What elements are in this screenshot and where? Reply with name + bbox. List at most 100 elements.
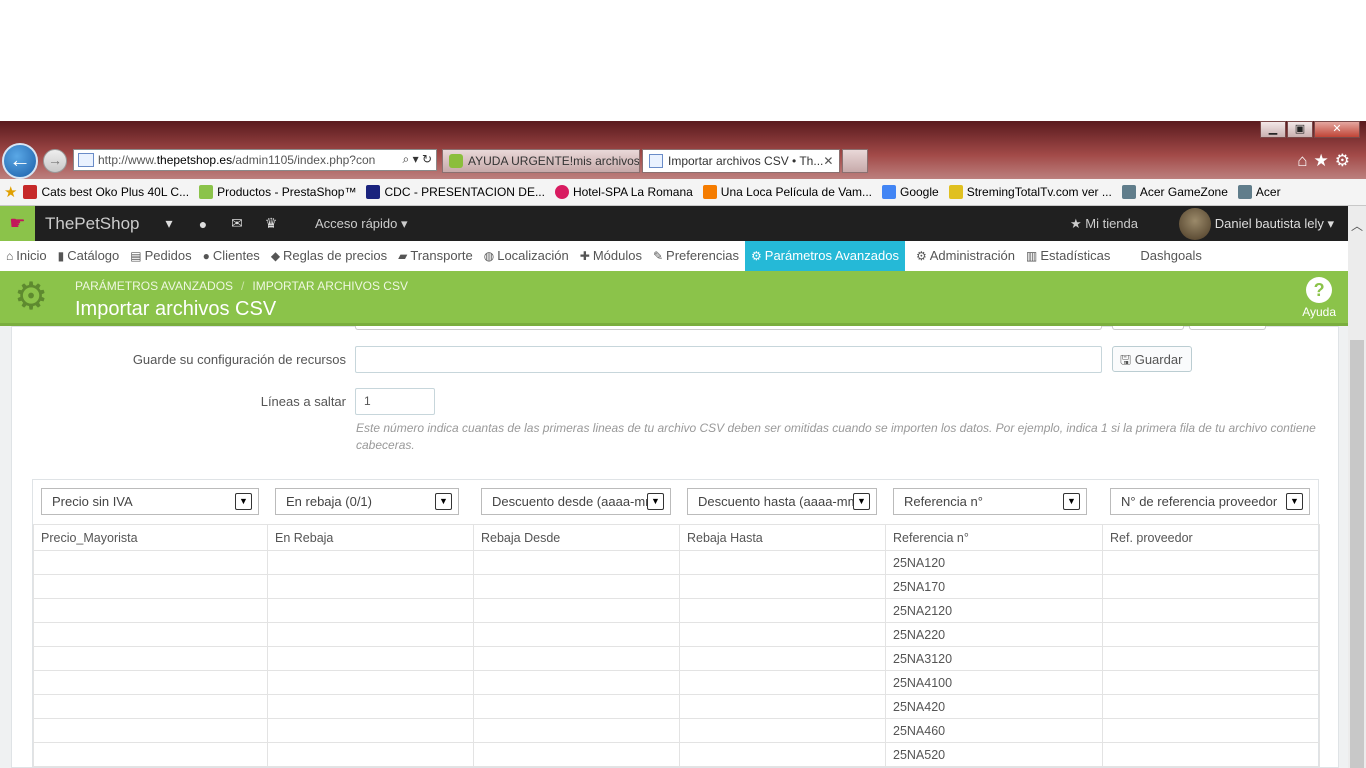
brand-name[interactable]: ThePetShop [45,214,145,234]
menu-item-administracion[interactable]: ⚙ Administración [916,241,1015,271]
wrench-icon: ✎ [652,249,664,263]
browser-tab-active[interactable]: Importar archivos CSV • Th... ✕ [642,149,840,173]
table-cell [473,550,680,575]
close-tab-icon[interactable]: ✕ [823,154,833,168]
menu-item-pedidos[interactable]: ▤ Pedidos [130,241,191,271]
favorite-link[interactable]: Una Loca Película de Vam... [702,185,872,199]
column-mapping-select[interactable]: Descuento hasta (aaaa-mm ▼ [687,488,877,515]
envelope-icon[interactable]: ✉ [227,215,247,232]
table-row: 25NA220 [33,622,1320,647]
favorite-link[interactable]: Cats best Oko Plus 40L C... [23,185,189,199]
back-arrow-icon[interactable]: ← [2,143,38,179]
mapping-table: Precio_Mayorista En Rebaja Rebaja Desde … [33,524,1320,767]
import-panel: Guarde su configuración de recursos 🖫 Gu… [11,326,1339,768]
user-icon[interactable]: ● [193,216,213,232]
favorite-link[interactable]: Productos - PrestaShop™ [199,185,356,199]
table-cell: 25NA170 [885,574,1103,599]
table-cell [679,670,886,695]
skip-lines-input[interactable]: 1 [355,388,435,415]
search-refresh-icon[interactable]: ⌕ ▾ ↻ [402,152,432,167]
vertical-scrollbar[interactable]: ︿ [1348,206,1366,768]
new-tab-button[interactable] [842,149,868,173]
address-bar[interactable]: http://www. thepetshop.es/admin1105/index… [73,149,437,171]
user-menu[interactable]: Daniel bautista lely ▾ [1178,207,1334,240]
breadcrumb-item[interactable]: PARÁMETROS AVANZADOS [75,279,233,293]
favorite-link[interactable]: CDC - PRESENTACION DE... [366,185,545,199]
google-icon [882,185,896,199]
chevron-down-icon: ▼ [235,493,252,510]
forward-arrow-icon[interactable]: → [43,149,67,173]
browser-toolbar-icons[interactable]: ⌂★⚙ [1297,151,1356,171]
menu-item-preferencias[interactable]: ✎ Preferencias [653,241,739,271]
table-cell [679,718,886,743]
menu-label: Preferencias [666,248,740,263]
column-mapping-select[interactable]: Descuento desde (aaaa-mm ▼ [481,488,671,515]
menu-label: Módulos [592,248,642,263]
table-cell [679,574,886,599]
favorite-label: Cats best Oko Plus 40L C... [41,185,190,199]
menu-item-localizacion[interactable]: ◍ Localización [484,241,569,271]
browser-tab[interactable]: AYUDA URGENTE!mis archivos... [442,149,640,173]
tab-title: Importar archivos CSV • Th... [668,154,824,168]
restore-icon[interactable]: ▣ [1287,121,1313,138]
favorite-link[interactable]: Acer GameZone [1121,185,1228,199]
chevron-down-icon: ▼ [853,493,870,510]
table-header-row: Precio_Mayorista En Rebaja Rebaja Desde … [33,524,1320,551]
site-icon [23,185,38,199]
select-value: Precio sin IVA [52,494,133,509]
menu-item-inicio[interactable]: ⌂ Inicio [6,241,47,271]
column-mapping-select[interactable]: N° de referencia proveedor ▼ [1110,488,1310,515]
menu-item-transporte[interactable]: ▰ Transporte [398,241,473,271]
avatar [1178,207,1211,240]
column-mapping-select[interactable]: Referencia n° ▼ [893,488,1087,515]
save-button[interactable]: 🖫 Guardar [1112,346,1192,372]
menu-item-dashgoals[interactable]: Dashgoals [1140,241,1201,271]
menu-item-estadisticas[interactable]: ▥ Estadísticas [1026,241,1110,271]
site-icon [554,185,569,199]
table-cell [267,694,474,719]
table-cell: 25NA220 [885,622,1103,647]
trophy-icon[interactable]: ♛ [261,215,281,232]
menu-item-reglas-precios[interactable]: ◆ Reglas de precios [271,241,387,271]
table-cell [1102,670,1320,695]
table-cell [1102,718,1320,743]
cart-icon[interactable]: ▾ [159,215,179,232]
table-cell: 25NA120 [885,550,1103,575]
page-icon [649,154,663,168]
close-window-icon[interactable]: ✕ [1314,121,1360,138]
save-config-input[interactable] [355,346,1102,373]
column-mapping-select[interactable]: Precio sin IVA ▼ [41,488,259,515]
scrollbar-thumb[interactable] [1350,340,1364,768]
menu-item-catalogo[interactable]: ▮ Catálogo [58,241,120,271]
table-cell [267,574,474,599]
favorite-link[interactable]: Google [882,185,939,199]
favorite-link[interactable]: StremingTotalTv.com ver ... [948,185,1112,199]
menu-item-clientes[interactable]: ● Clientes [203,241,260,271]
site-icon [366,185,381,199]
url-prefix: http://www. [98,153,157,167]
table-cell: 25NA4100 [885,670,1103,695]
table-cell: 25NA520 [885,742,1103,767]
minimize-icon[interactable]: ▁ [1260,121,1286,138]
help-button[interactable]: ? Ayuda [1302,277,1336,319]
column-mapping-select[interactable]: En rebaja (0/1) ▼ [275,488,459,515]
credit-card-icon: ▤ [130,249,142,263]
menu-item-parametros-avanzados[interactable]: ⚙ Parámetros Avanzados [745,241,905,271]
tags-icon: ◆ [270,249,281,263]
column-header: Rebaja Desde [473,524,680,551]
scroll-up-icon[interactable]: ︿ [1348,206,1366,246]
favorite-link[interactable]: Acer [1237,185,1281,199]
hand-pointer-icon[interactable]: ☛ [0,206,35,241]
page-header: ⚙ PARÁMETROS AVANZADOS / IMPORTAR ARCHIVOS… [0,271,1348,326]
favorites-star-icon[interactable]: ★ [4,183,17,201]
select-value: En rebaja (0/1) [286,494,372,509]
page-icon [78,153,94,167]
menu-label: Administración [929,248,1015,263]
site-icon [1121,185,1136,199]
table-cell [679,694,886,719]
favorite-link[interactable]: Hotel-SPA La Romana [554,185,693,199]
quick-access-dropdown[interactable]: Acceso rápido ▾ [315,216,408,232]
select-value: Descuento hasta (aaaa-mm [698,494,859,509]
my-store-link[interactable]: ★ Mi tienda [1070,216,1138,232]
menu-item-modulos[interactable]: ✚ Módulos [580,241,642,271]
